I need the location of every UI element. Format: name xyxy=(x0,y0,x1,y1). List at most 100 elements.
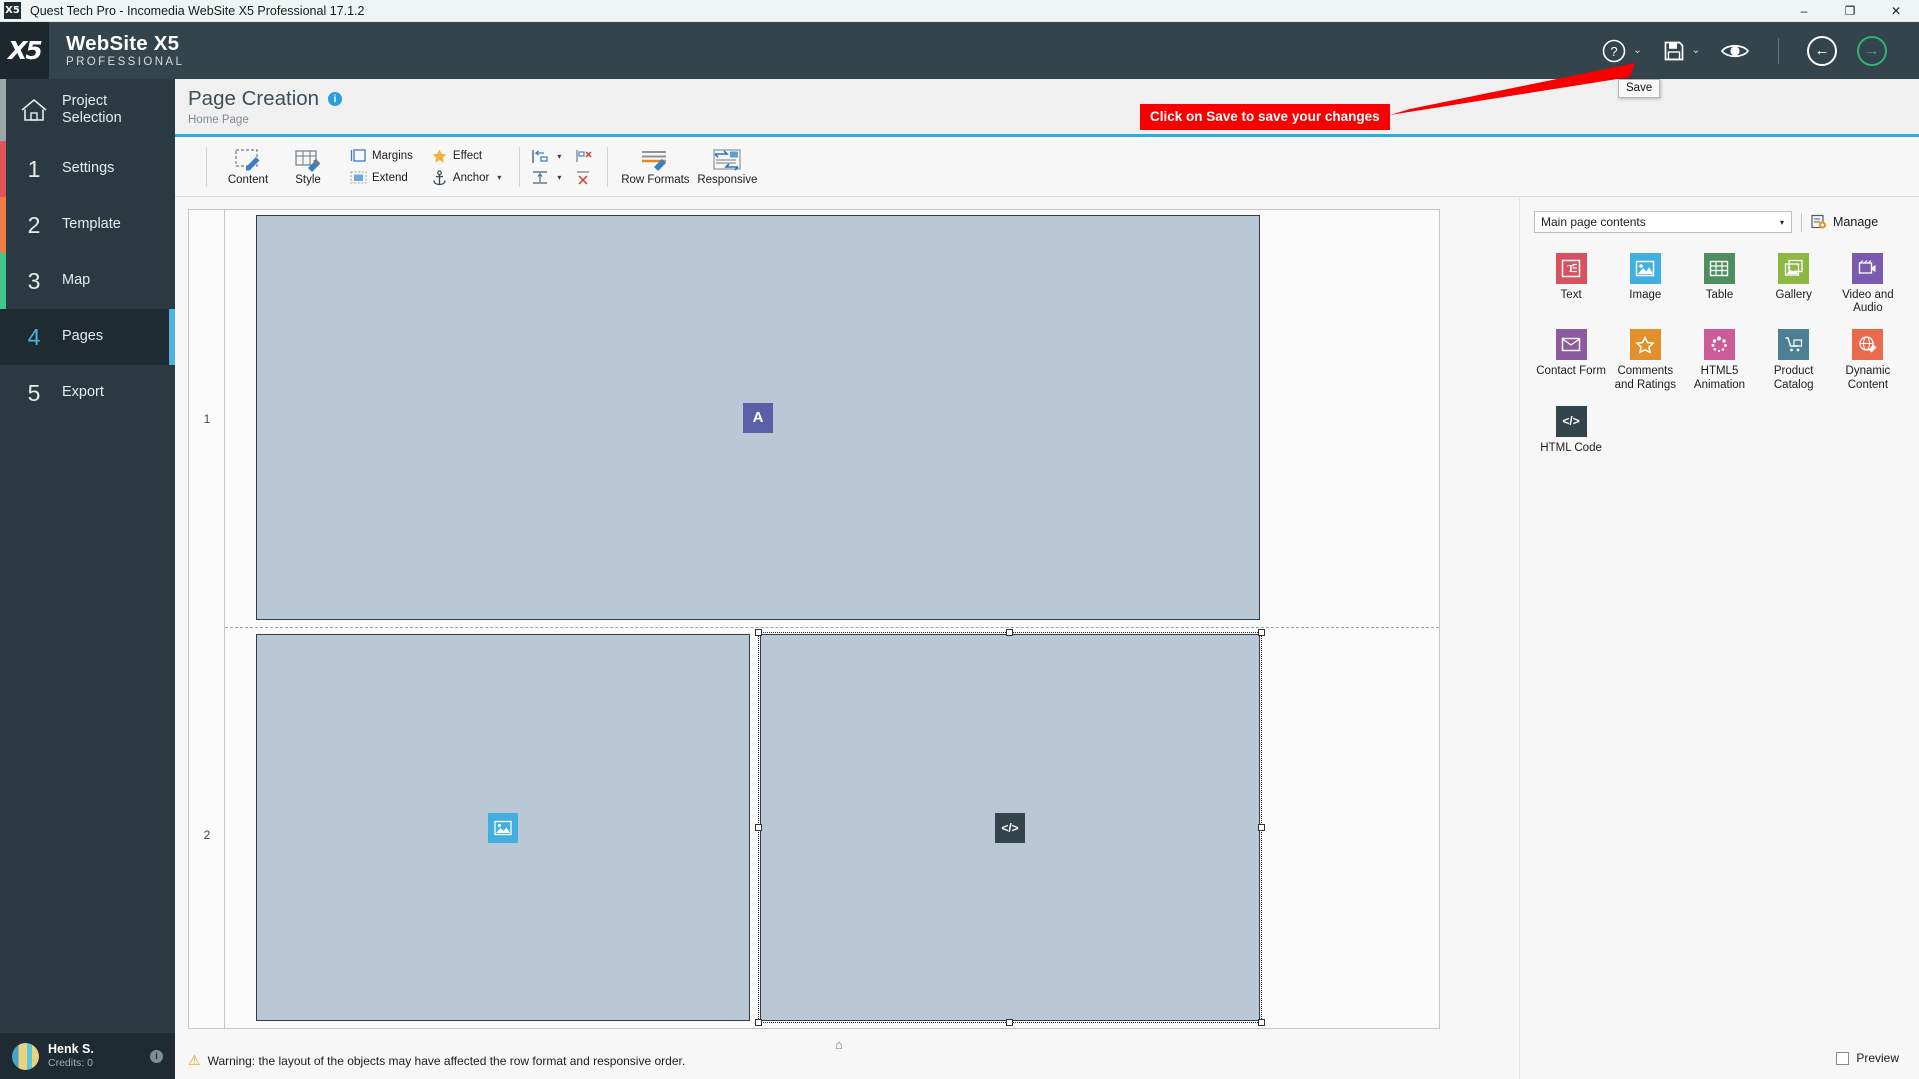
page-canvas[interactable]: 1 2 A </> xyxy=(188,209,1440,1029)
resize-handle-tc[interactable] xyxy=(1006,629,1013,636)
html-code-icon[interactable]: </> xyxy=(995,812,1025,843)
resize-handle-br[interactable] xyxy=(1258,1019,1265,1026)
resize-handle-bl[interactable] xyxy=(755,1019,762,1026)
margins-button[interactable]: Margins xyxy=(350,148,413,164)
save-caret-icon[interactable]: ⌄ xyxy=(1692,45,1700,56)
object-item-image[interactable]: Image xyxy=(1608,249,1682,315)
content-pencil-icon xyxy=(233,148,263,172)
object-item-text[interactable]: T Text xyxy=(1534,249,1608,315)
extend-button[interactable]: Extend xyxy=(350,170,413,186)
image-icon xyxy=(1629,253,1661,284)
manage-label: Manage xyxy=(1833,215,1879,229)
row-formats-label: Row Formats xyxy=(621,173,690,186)
image-icon[interactable] xyxy=(488,812,518,843)
style-button[interactable]: Style xyxy=(278,148,338,186)
window-controls[interactable]: – ❐ ✕ xyxy=(1781,0,1919,22)
anchor-caret-icon[interactable]: ▾ xyxy=(497,173,501,182)
distribute-caret-icon[interactable]: ▾ xyxy=(557,173,561,182)
object-item-table[interactable]: Table xyxy=(1682,249,1756,315)
sidebar-item-number: 5 xyxy=(27,379,41,406)
workspace: 1 2 A </> ⌂ ⚠ Warning: the layout of the… xyxy=(175,197,1919,1079)
canvas-cell-text[interactable]: A xyxy=(256,215,1260,620)
html5-animation-icon xyxy=(1703,329,1735,361)
align-caret-icon[interactable]: ▾ xyxy=(557,152,561,161)
responsive-icon xyxy=(711,148,743,172)
effect-button[interactable]: Effect xyxy=(431,148,501,164)
home-icon xyxy=(6,97,62,123)
sidebar-item-map[interactable]: 3 Map xyxy=(0,253,175,309)
home-anchor-icon[interactable]: ⌂ xyxy=(835,1037,843,1052)
warning-triangle-icon: ⚠ xyxy=(188,1052,201,1068)
resize-handle-ml[interactable] xyxy=(755,824,762,831)
chevron-down-icon[interactable]: ▾ xyxy=(1780,218,1784,227)
warning-bar: ⚠ Warning: the layout of the objects may… xyxy=(188,1052,685,1069)
distribute-button[interactable]: ▾ xyxy=(531,170,561,185)
content-label: Content xyxy=(227,173,269,186)
sidebar-item-number: 4 xyxy=(27,323,41,350)
align-left-button[interactable]: ▾ xyxy=(531,149,561,164)
canvas-wrapper: 1 2 A </> ⌂ ⚠ Warning: the layout of the… xyxy=(175,197,1519,1079)
preview-checkbox[interactable] xyxy=(1836,1051,1850,1065)
minimize-button[interactable]: – xyxy=(1781,0,1827,22)
brand-subtitle: PROFESSIONAL xyxy=(66,55,185,68)
row-formats-button[interactable]: Row Formats xyxy=(619,148,691,186)
maximize-button[interactable]: ❐ xyxy=(1827,0,1873,22)
resize-handle-tr[interactable] xyxy=(1258,629,1265,636)
sidebar-item-template[interactable]: 2 Template xyxy=(0,197,175,253)
anchor-button[interactable]: Anchor ▾ xyxy=(431,169,501,186)
remove-vertical-button[interactable] xyxy=(575,170,593,185)
object-label: Video and Audio xyxy=(1842,289,1894,315)
help-button[interactable]: ? ⌄ xyxy=(1591,22,1651,79)
object-item-gallery[interactable]: Gallery xyxy=(1757,249,1831,315)
help-caret-icon[interactable]: ⌄ xyxy=(1633,45,1641,56)
canvas-cell-html-code[interactable]: </> xyxy=(760,634,1260,1021)
info-icon[interactable]: i xyxy=(150,1049,163,1063)
back-button[interactable]: ← xyxy=(1797,22,1847,79)
info-icon[interactable]: i xyxy=(328,92,343,106)
object-item-html-code[interactable]: </> HTML Code xyxy=(1534,402,1608,455)
canvas-cell-image[interactable] xyxy=(256,634,750,1021)
sidebar-item-project-selection[interactable]: Project Selection xyxy=(0,79,175,141)
object-label: Image xyxy=(1629,289,1662,301)
object-item-video-and-audio[interactable]: Video and Audio xyxy=(1831,249,1905,315)
object-item-contact-form[interactable]: Contact Form xyxy=(1534,325,1608,391)
svg-text:T: T xyxy=(1568,264,1575,275)
eye-icon xyxy=(1720,40,1750,62)
resize-handle-tl[interactable] xyxy=(755,629,762,636)
object-item-comments-and-ratings[interactable]: Comments and Ratings xyxy=(1608,325,1682,391)
scope-select[interactable]: Main page contents ▾ xyxy=(1534,211,1792,233)
manage-gear-icon xyxy=(1811,214,1827,230)
user-credits: Credits: 0 xyxy=(48,1057,93,1070)
save-button[interactable]: ⌄ xyxy=(1652,22,1710,79)
sidebar-item-settings[interactable]: 1 Settings xyxy=(0,141,175,197)
responsive-button[interactable]: Responsive xyxy=(691,148,763,186)
accent-bar xyxy=(0,253,6,309)
resize-handle-bc[interactable] xyxy=(1006,1019,1013,1026)
user-bar[interactable]: Henk S. Credits: 0 i xyxy=(0,1033,175,1079)
row-number: 1 xyxy=(203,412,211,426)
object-item-product-catalog[interactable]: Product Catalog xyxy=(1757,325,1831,391)
warning-text: Warning: the layout of the objects may h… xyxy=(207,1053,686,1068)
star-effect-icon xyxy=(431,148,448,164)
close-button[interactable]: ✕ xyxy=(1873,0,1919,22)
gallery-icon xyxy=(1778,253,1810,284)
manage-button[interactable]: Manage xyxy=(1811,214,1878,230)
dynamic-content-icon xyxy=(1852,329,1884,361)
scope-select-value: Main page contents xyxy=(1541,215,1646,229)
sidebar-item-export[interactable]: 5 Export xyxy=(0,365,175,421)
content-button[interactable]: Content xyxy=(218,148,278,186)
resize-handle-mr[interactable] xyxy=(1258,824,1265,831)
html-code-icon: </> xyxy=(1555,405,1587,437)
canvas-area[interactable]: A </> xyxy=(225,210,1439,1028)
remove-horizontal-icon xyxy=(575,149,593,164)
accent-bar xyxy=(0,197,6,253)
remove-horizontal-button[interactable] xyxy=(575,149,593,164)
object-label: Table xyxy=(1705,289,1734,301)
object-item-html5-animation[interactable]: HTML5 Animation xyxy=(1682,325,1756,391)
object-item-dynamic-content[interactable]: Dynamic Content xyxy=(1831,325,1905,391)
text-A-icon[interactable]: A xyxy=(743,402,773,433)
sidebar-item-pages[interactable]: 4 Pages xyxy=(0,309,175,365)
preview-button[interactable] xyxy=(1710,22,1760,79)
next-button[interactable]: → xyxy=(1847,22,1897,79)
preview-toggle[interactable]: Preview xyxy=(1836,1051,1899,1065)
